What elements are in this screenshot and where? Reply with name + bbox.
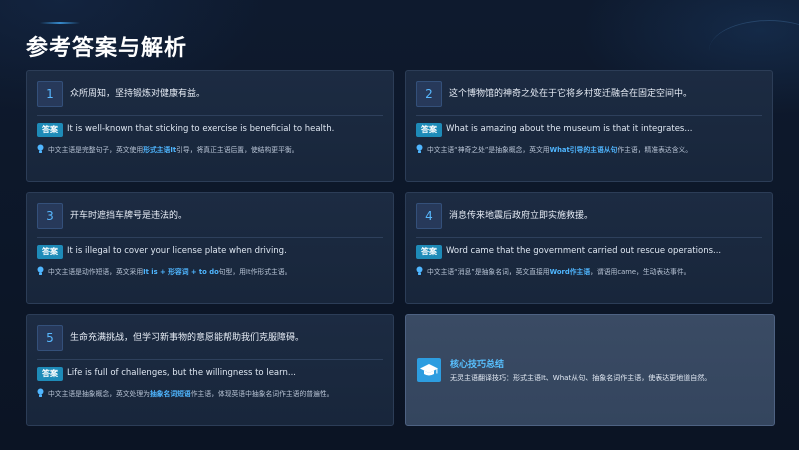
question-text: 生命充满挑战，但学习新事物的意愿能帮助我们克服障碍。 (70, 333, 305, 343)
question-text: 开车时遮挡车牌号是违法的。 (70, 211, 188, 221)
answer-card-4: 4 消息传来地震后政府立即实施救援。 答案 Word came that the… (405, 192, 773, 304)
note-text: 中文主语是完整句子，英文使用形式主语It引导，将真正主语后置，使结构更平衡。 (48, 144, 298, 154)
answer-badge: 答案 (416, 245, 442, 259)
note-text: 中文主语“消息”是抽象名词，英文直接用Word作主语，谓语用came，生动表达事… (427, 266, 690, 276)
note-suffix: 引导，将真正主语后置，使结构更平衡。 (176, 146, 299, 154)
answer-text: Life is full of challenges, but the will… (67, 368, 296, 378)
note-row: 中文主语是抽象概念，英文处理为抽象名词短语作主语，体现英语中抽象名词作主语的普遍… (37, 387, 385, 399)
graduation-cap-icon (417, 358, 441, 382)
summary-text: 无灵主语翻译技巧：形式主语It、What从句、抽象名词作主语，使表达更地道自然。 (450, 374, 712, 382)
note-row: 中文主语“消息”是抽象名词，英文直接用Word作主语，谓语用came，生动表达事… (416, 265, 764, 277)
answer-row: 答案 What is amazing about the museum is t… (416, 123, 762, 137)
answer-text: What is amazing about the museum is that… (446, 124, 693, 134)
note-highlight: Word作主语 (549, 268, 591, 276)
divider (37, 359, 383, 360)
note-suffix: 作主语，精准表达含义。 (617, 146, 693, 154)
divider (37, 237, 383, 238)
card-number: 1 (37, 81, 63, 107)
note-text: 中文主语“神奇之处”是抽象概念，英文用What引导的主语从句作主语，精准表达含义… (427, 144, 692, 154)
answer-card-1: 1 众所周知，坚持锻炼对健康有益。 答案 It is well-known th… (26, 70, 394, 182)
question-text: 消息传来地震后政府立即实施救援。 (449, 211, 594, 221)
note-prefix: 中文主语是动作短语，英文采用 (48, 268, 144, 276)
card-number: 2 (416, 81, 442, 107)
answer-badge: 答案 (37, 367, 63, 381)
page-title: 参考答案与解析 (26, 36, 188, 61)
answer-badge: 答案 (37, 245, 63, 259)
divider (37, 115, 383, 116)
note-suffix: 作主语，体现英语中抽象名词作主语的普遍性。 (190, 390, 334, 398)
divider (416, 115, 762, 116)
divider (416, 237, 762, 238)
note-text: 中文主语是动作短语，英文采用It is + 形容词 + to do句型，用It作… (48, 266, 291, 276)
note-prefix: 中文主语“神奇之处”是抽象概念，英文用 (427, 146, 550, 154)
note-highlight: It is + 形容词 + to do (143, 268, 219, 276)
answer-card-2: 2 这个博物馆的神奇之处在于它将乡村变迁融合在固定空间中。 答案 What is… (405, 70, 773, 182)
card-header: 2 这个博物馆的神奇之处在于它将乡村变迁融合在固定空间中。 (416, 81, 762, 107)
answer-row: 答案 It is illegal to cover your license p… (37, 245, 383, 259)
card-header: 5 生命充满挑战，但学习新事物的意愿能帮助我们克服障碍。 (37, 325, 383, 351)
answer-row: 答案 Life is full of challenges, but the w… (37, 367, 383, 381)
graduation-cap-glyph (420, 364, 438, 376)
lightbulb-icon (37, 266, 44, 275)
lightbulb-icon (416, 144, 423, 153)
answer-text: It is illegal to cover your license plat… (67, 246, 287, 256)
card-header: 4 消息传来地震后政府立即实施救援。 (416, 203, 762, 229)
summary-title: 核心技巧总结 (450, 360, 505, 370)
summary-card: 核心技巧总结 无灵主语翻译技巧：形式主语It、What从句、抽象名词作主语，使表… (405, 314, 775, 426)
title-accent-line (40, 22, 80, 24)
note-suffix: 句型，用It作形式主语。 (218, 268, 292, 276)
question-text: 众所周知，坚持锻炼对健康有益。 (70, 89, 206, 99)
question-text: 这个博物馆的神奇之处在于它将乡村变迁融合在固定空间中。 (449, 89, 693, 99)
card-header: 1 众所周知，坚持锻炼对健康有益。 (37, 81, 383, 107)
note-prefix: 中文主语是完整句子，英文使用 (48, 146, 144, 154)
card-header: 3 开车时遮挡车牌号是违法的。 (37, 203, 383, 229)
answer-text: It is well-known that sticking to exerci… (67, 124, 335, 134)
note-highlight: What引导的主语从句 (549, 146, 618, 154)
answer-card-5: 5 生命充满挑战，但学习新事物的意愿能帮助我们克服障碍。 答案 Life is … (26, 314, 394, 426)
answer-badge: 答案 (416, 123, 442, 137)
note-row: 中文主语是动作短语，英文采用It is + 形容词 + to do句型，用It作… (37, 265, 385, 277)
card-number: 3 (37, 203, 63, 229)
card-number: 4 (416, 203, 442, 229)
note-highlight: 形式主语It (143, 146, 177, 154)
note-row: 中文主语“神奇之处”是抽象概念，英文用What引导的主语从句作主语，精准表达含义… (416, 143, 764, 155)
lightbulb-icon (416, 266, 423, 275)
note-prefix: 中文主语“消息”是抽象名词，英文直接用 (427, 268, 550, 276)
note-prefix: 中文主语是抽象概念，英文处理为 (48, 390, 150, 398)
answer-text: Word came that the government carried ou… (446, 246, 722, 256)
answer-badge: 答案 (37, 123, 63, 137)
note-row: 中文主语是完整句子，英文使用形式主语It引导，将真正主语后置，使结构更平衡。 (37, 143, 385, 155)
lightbulb-icon (37, 388, 44, 397)
card-number: 5 (37, 325, 63, 351)
note-suffix: ，谓语用came，生动表达事件。 (590, 268, 691, 276)
note-text: 中文主语是抽象概念，英文处理为抽象名词短语作主语，体现英语中抽象名词作主语的普遍… (48, 388, 333, 398)
answer-row: 答案 It is well-known that sticking to exe… (37, 123, 383, 137)
answer-row: 答案 Word came that the government carried… (416, 245, 762, 259)
answer-card-3: 3 开车时遮挡车牌号是违法的。 答案 It is illegal to cove… (26, 192, 394, 304)
note-highlight: 抽象名词短语 (149, 390, 191, 398)
lightbulb-icon (37, 144, 44, 153)
